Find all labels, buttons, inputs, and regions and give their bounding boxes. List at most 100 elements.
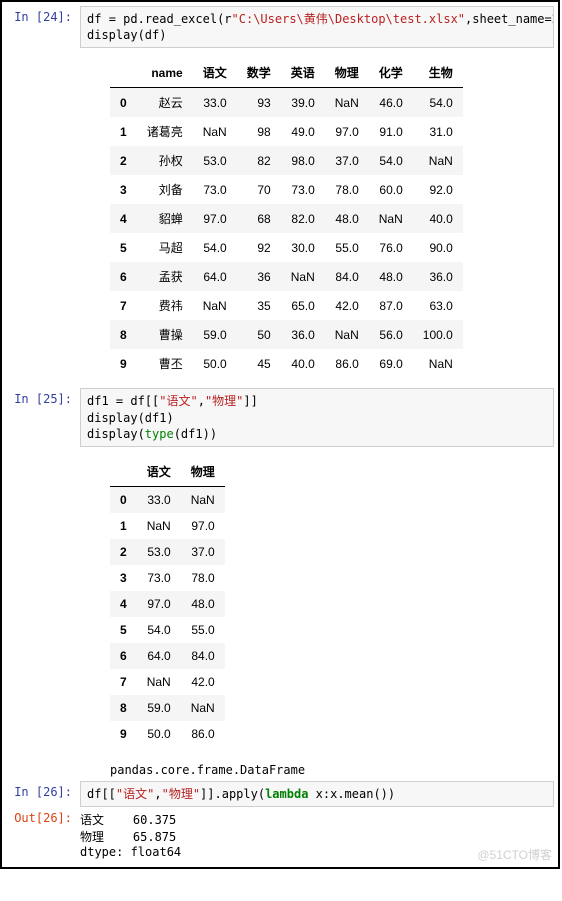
row-index: 6 <box>110 643 137 669</box>
cell: 93 <box>237 88 281 118</box>
cell-26-out: Out[26]: 语文 60.375 物理 65.875 dtype: floa… <box>2 807 558 863</box>
cell: 97.0 <box>193 204 237 233</box>
row-index: 0 <box>110 486 137 513</box>
dataframe-table-1: name语文数学英语物理化学生物0赵云33.09339.0NaN46.054.0… <box>110 58 463 378</box>
cell: 50.0 <box>193 349 237 378</box>
table-row: 3刘备73.07073.078.060.092.0 <box>110 175 463 204</box>
cell: 76.0 <box>369 233 413 262</box>
table-row: 033.0NaN <box>110 486 225 513</box>
table-row: 2孙权53.08298.037.054.0NaN <box>110 146 463 175</box>
cell: 50.0 <box>137 721 181 747</box>
cell: 45 <box>237 349 281 378</box>
cell: NaN <box>369 204 413 233</box>
cell: 84.0 <box>181 643 225 669</box>
cell: 97.0 <box>137 591 181 617</box>
cell: 赵云 <box>137 88 193 118</box>
cell: NaN <box>413 349 463 378</box>
column-header <box>110 457 137 487</box>
cell: 50 <box>237 320 281 349</box>
cell: 69.0 <box>369 349 413 378</box>
code-input-25[interactable]: df1 = df[["语文","物理"]] display(df1) displ… <box>80 388 554 447</box>
cell: 84.0 <box>325 262 369 291</box>
cell-25-body: df1 = df[["语文","物理"]] display(df1) displ… <box>80 388 558 781</box>
cell: 42.0 <box>181 669 225 695</box>
cell: 82 <box>237 146 281 175</box>
cell: 曹操 <box>137 320 193 349</box>
table-row: 6孟获64.036NaN84.048.036.0 <box>110 262 463 291</box>
column-header: 化学 <box>369 58 413 88</box>
cell: 64.0 <box>137 643 181 669</box>
code-input-24[interactable]: df = pd.read_excel(r"C:\Users\黄伟\Desktop… <box>80 6 554 48</box>
type-output: pandas.core.frame.DataFrame <box>110 757 554 781</box>
cell: 49.0 <box>281 117 325 146</box>
prompt-in-26: In [26]: <box>2 781 80 799</box>
cell: 86.0 <box>181 721 225 747</box>
row-index: 2 <box>110 539 137 565</box>
cell-26: In [26]: df[["语文","物理"]].apply(lambda x:… <box>2 781 558 807</box>
row-index: 3 <box>110 175 137 204</box>
table-row: 1诸葛亮NaN9849.097.091.031.0 <box>110 117 463 146</box>
row-index: 8 <box>110 320 137 349</box>
cell: 73.0 <box>193 175 237 204</box>
cell: 33.0 <box>193 88 237 118</box>
cell: 诸葛亮 <box>137 117 193 146</box>
cell: 36.0 <box>281 320 325 349</box>
table-row: 0赵云33.09339.0NaN46.054.0 <box>110 88 463 118</box>
cell: 48.0 <box>181 591 225 617</box>
cell: 91.0 <box>369 117 413 146</box>
cell: 54.0 <box>369 146 413 175</box>
cell: 35 <box>237 291 281 320</box>
cell: 97.0 <box>181 513 225 539</box>
cell: 30.0 <box>281 233 325 262</box>
column-header: 物理 <box>181 457 225 487</box>
cell: NaN <box>193 117 237 146</box>
row-index: 7 <box>110 669 137 695</box>
cell: 42.0 <box>325 291 369 320</box>
prompt-in-25: In [25]: <box>2 388 80 406</box>
table-row: 253.037.0 <box>110 539 225 565</box>
code-input-26[interactable]: df[["语文","物理"]].apply(lambda x:x.mean()) <box>80 781 554 807</box>
prompt-in-24: In [24]: <box>2 6 80 24</box>
row-index: 4 <box>110 591 137 617</box>
cell: 73.0 <box>281 175 325 204</box>
table-row: 950.086.0 <box>110 721 225 747</box>
cell: 46.0 <box>369 88 413 118</box>
cell: 98.0 <box>281 146 325 175</box>
cell: NaN <box>281 262 325 291</box>
cell: NaN <box>193 291 237 320</box>
row-index: 9 <box>110 721 137 747</box>
column-header: name <box>137 58 193 88</box>
cell: 70 <box>237 175 281 204</box>
table-row: 9曹丕50.04540.086.069.0NaN <box>110 349 463 378</box>
cell: 73.0 <box>137 565 181 591</box>
dataframe-table-2: 语文物理033.0NaN1NaN97.0253.037.0373.078.049… <box>110 457 225 747</box>
cell: 100.0 <box>413 320 463 349</box>
table-row: 4貂蝉97.06882.048.0NaN40.0 <box>110 204 463 233</box>
cell: 54.0 <box>193 233 237 262</box>
prompt-out-26: Out[26]: <box>2 807 80 825</box>
cell: 貂蝉 <box>137 204 193 233</box>
cell: 82.0 <box>281 204 325 233</box>
row-index: 6 <box>110 262 137 291</box>
column-header: 生物 <box>413 58 463 88</box>
cell: 59.0 <box>137 695 181 721</box>
table-row: 7费祎NaN3565.042.087.063.0 <box>110 291 463 320</box>
cell: 48.0 <box>369 262 413 291</box>
watermark: @51CTO博客 <box>477 846 552 863</box>
cell: 孟获 <box>137 262 193 291</box>
cell: 65.0 <box>281 291 325 320</box>
cell: NaN <box>137 669 181 695</box>
cell: 33.0 <box>137 486 181 513</box>
row-index: 1 <box>110 117 137 146</box>
table-row: 8曹操59.05036.0NaN56.0100.0 <box>110 320 463 349</box>
cell-24: In [24]: df = pd.read_excel(r"C:\Users\黄… <box>2 6 558 388</box>
cell: 36 <box>237 262 281 291</box>
cell: 马超 <box>137 233 193 262</box>
row-index: 5 <box>110 617 137 643</box>
cell: 98 <box>237 117 281 146</box>
cell: NaN <box>181 486 225 513</box>
row-index: 9 <box>110 349 137 378</box>
cell: 曹丕 <box>137 349 193 378</box>
notebook-page: In [24]: df = pd.read_excel(r"C:\Users\黄… <box>0 0 560 869</box>
row-index: 0 <box>110 88 137 118</box>
